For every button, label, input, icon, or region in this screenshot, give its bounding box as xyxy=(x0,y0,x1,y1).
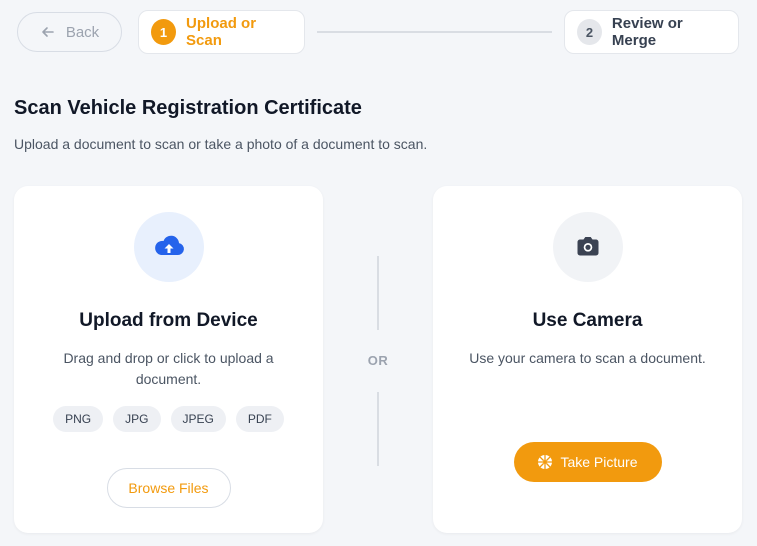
upload-card-description: Drag and drop or click to upload a docum… xyxy=(63,350,274,387)
back-button[interactable]: Back xyxy=(17,12,122,52)
upload-card-title: Upload from Device xyxy=(79,310,258,331)
format-chip-jpeg: JPEG xyxy=(170,406,226,432)
camera-card-title: Use Camera xyxy=(532,310,643,331)
browse-files-button[interactable]: Browse Files xyxy=(106,468,231,508)
format-list: PNG JPG JPEG PDF xyxy=(14,406,323,432)
step-label: Upload or Scan xyxy=(186,15,257,49)
step-label: Review or Merge xyxy=(611,15,683,49)
page-subtitle: Upload a document to scan or take a phot… xyxy=(14,136,428,152)
cloud-upload-icon xyxy=(154,235,184,255)
camera-card[interactable]: Use Camera Use your camera to scan a doc… xyxy=(433,186,742,533)
page-title: Scan Vehicle Registration Certificate xyxy=(14,97,362,119)
or-divider-label: OR xyxy=(367,353,389,368)
step-connector xyxy=(317,31,552,33)
aperture-icon xyxy=(538,455,553,469)
step-review-or-merge[interactable]: 2 Review or Merge xyxy=(564,10,739,54)
divider-line-top xyxy=(377,256,379,330)
divider-line-bottom xyxy=(377,392,379,466)
format-chip-jpg: JPG xyxy=(113,406,161,432)
arrow-left-icon xyxy=(42,27,54,37)
format-chip-pdf: PDF xyxy=(235,406,284,432)
step-number: 1 xyxy=(151,19,177,45)
stepper-header: Back 1 Upload or Scan 2 Review or Merge xyxy=(0,0,757,64)
camera-icon xyxy=(577,237,598,256)
step-number: 2 xyxy=(577,19,602,45)
back-label: Back xyxy=(65,23,100,41)
upload-icon-badge xyxy=(133,212,204,282)
camera-card-description: Use your camera to scan a document. xyxy=(469,350,706,366)
step-upload-or-scan[interactable]: 1 Upload or Scan xyxy=(138,10,305,54)
camera-icon-badge xyxy=(552,212,623,282)
upload-card[interactable]: Upload from Device Drag and drop or clic… xyxy=(14,186,323,533)
take-picture-label: Take Picture xyxy=(560,454,638,470)
take-picture-button[interactable]: Take Picture xyxy=(513,442,662,482)
format-chip-png: PNG xyxy=(53,406,104,432)
